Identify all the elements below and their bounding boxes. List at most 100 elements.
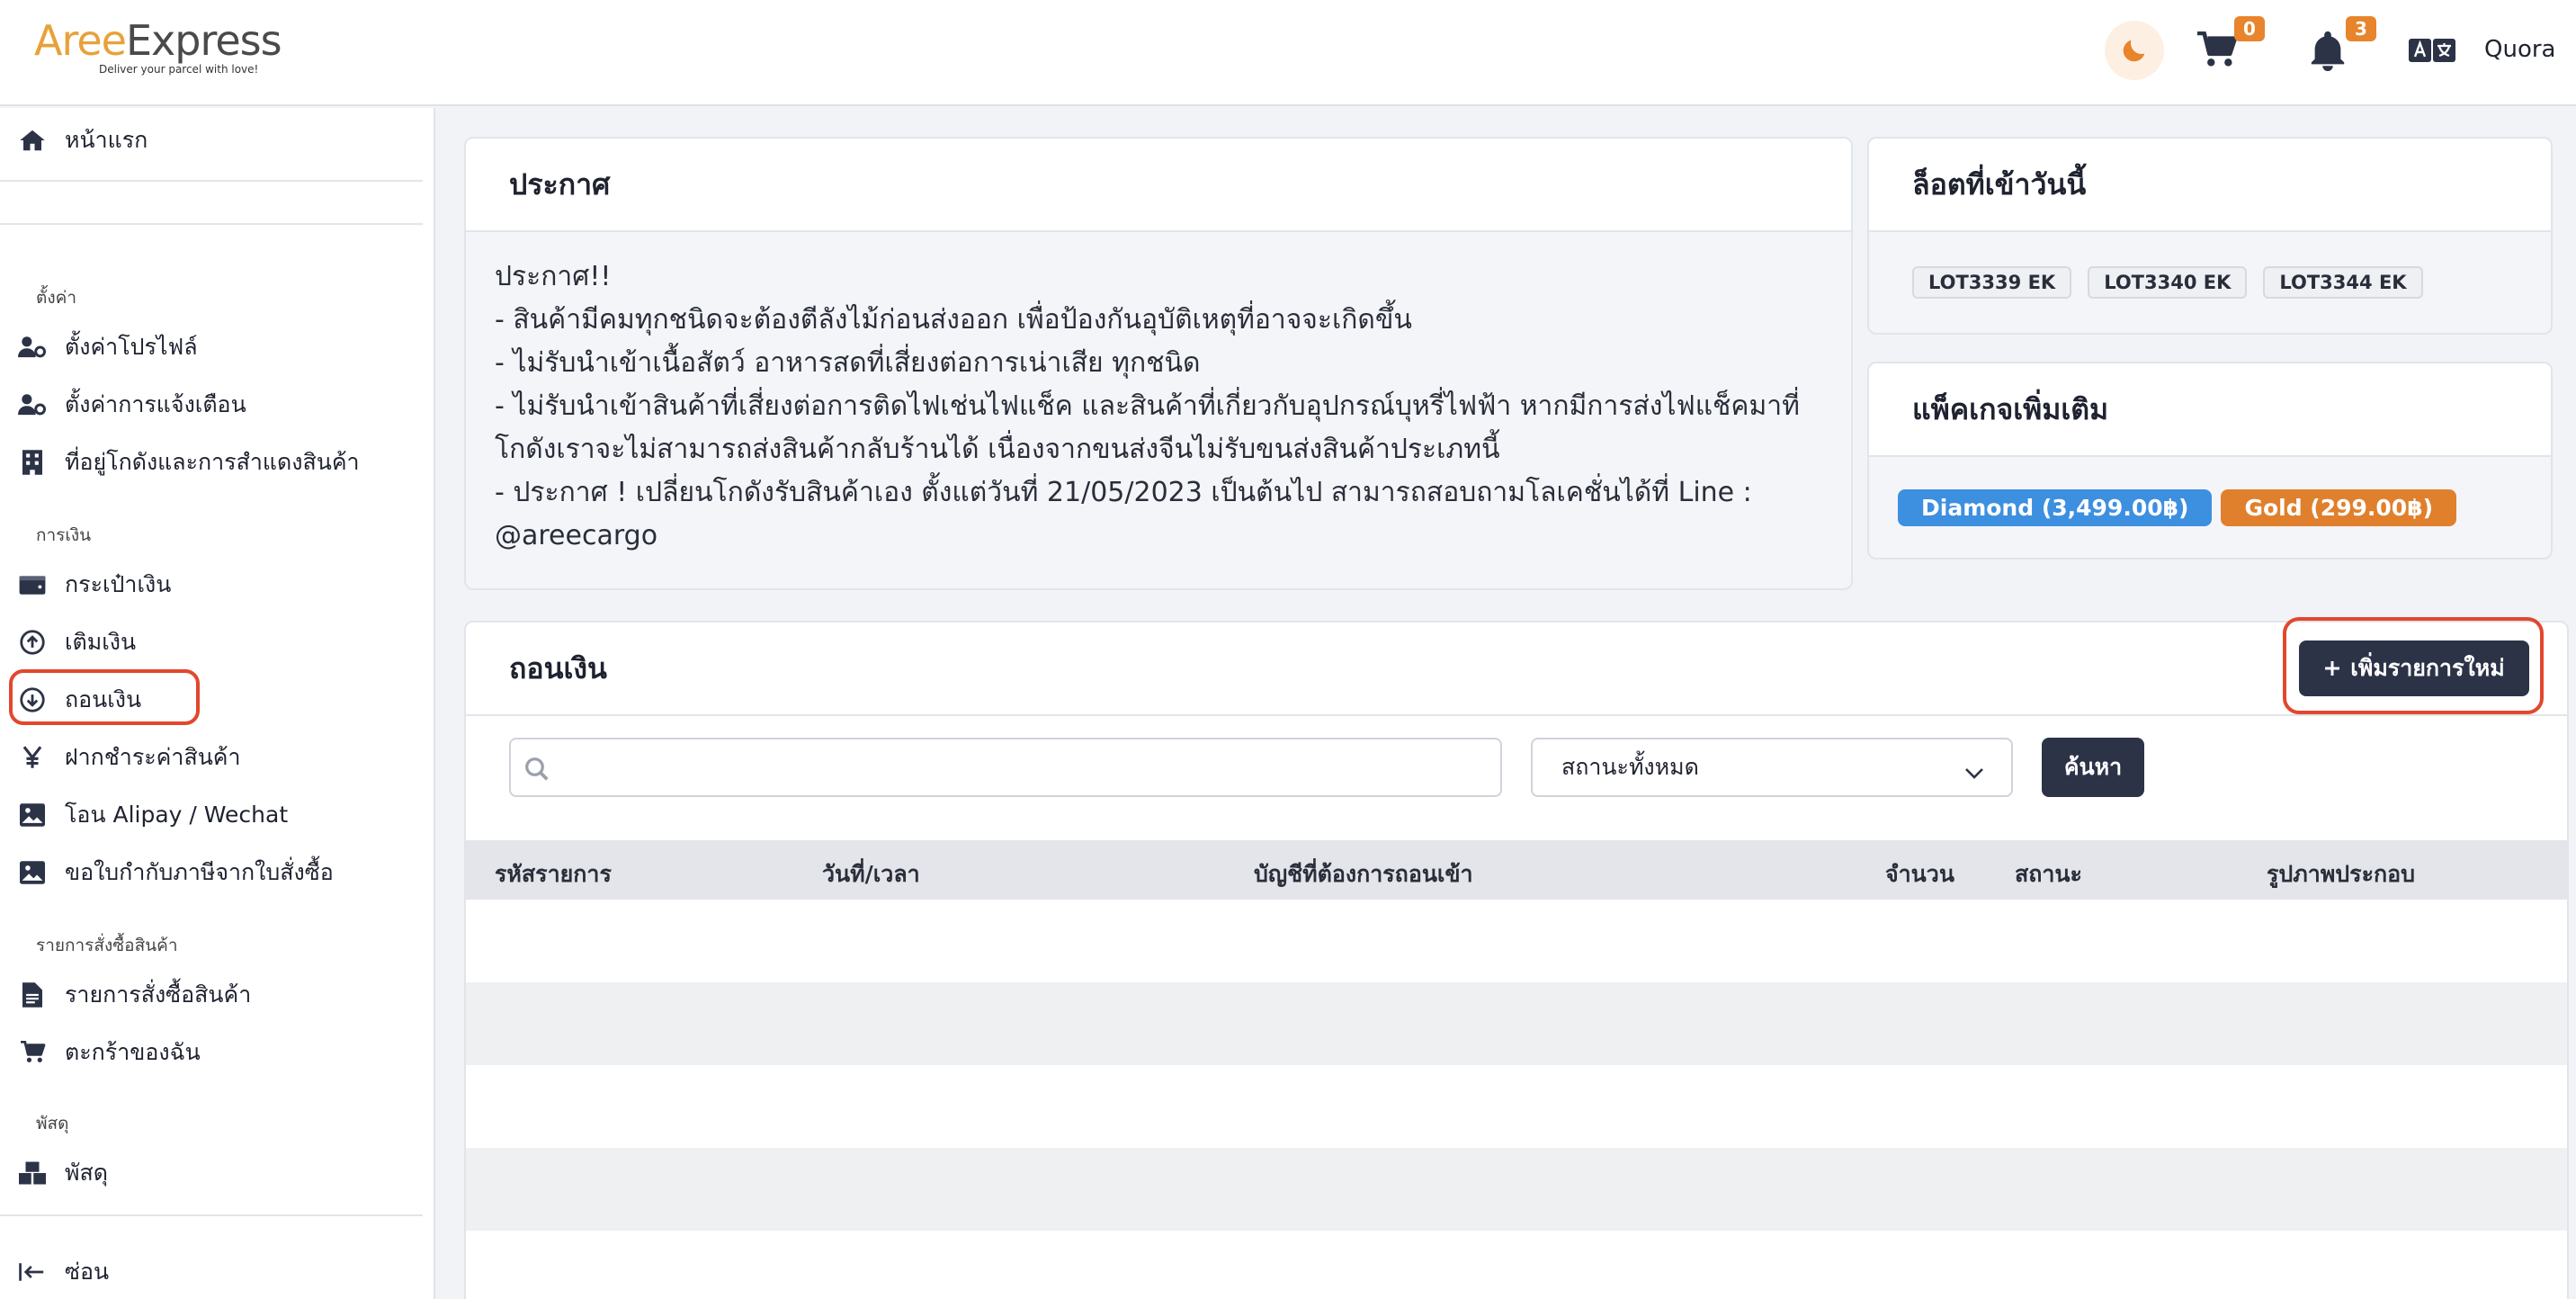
sidebar-item-label: หน้าแรก <box>65 127 148 153</box>
sidebar-item-label: ตะกร้าของฉัน <box>65 1039 201 1065</box>
sidebar-item-label: โอน Alipay / Wechat <box>65 802 289 828</box>
lot-tag[interactable]: LOT3344 EK <box>2263 266 2423 299</box>
sidebar-item-address[interactable]: ที่อยู่โกดังและการสำแดงสินค้า <box>0 437 423 488</box>
package-diamond-badge[interactable]: Diamond (3,499.00฿) <box>1898 488 2213 526</box>
bell-icon <box>2311 31 2345 71</box>
status-select[interactable]: สถานะทั้งหมด <box>1531 738 2013 797</box>
sidebar-item-label: ตั้งค่าโปรไฟล์ <box>65 334 198 360</box>
packages-title: แพ็คเกจเพิ่มเติม <box>1869 363 2551 457</box>
packages-card: แพ็คเกจเพิ่มเติม Diamond (3,499.00฿) Gol… <box>1867 362 2553 560</box>
table-row <box>466 1148 2567 1231</box>
sidebar-item-home[interactable]: หน้าแรก <box>0 115 423 166</box>
sidebar-item-label: กระเป๋าเงิน <box>65 571 172 597</box>
building-icon <box>0 450 65 475</box>
theme-toggle-button[interactable] <box>2105 21 2164 80</box>
announcement-line: โกดังเราจะไม่สามารถส่งสินค้ากลับร้านได้ … <box>495 434 1500 465</box>
language-button[interactable] <box>2407 32 2457 68</box>
announcement-title: ประกาศ <box>466 139 1851 232</box>
cart-icon <box>0 1041 65 1064</box>
moon-icon <box>2123 40 2145 62</box>
search-field[interactable] <box>509 738 1502 797</box>
lot-tag[interactable]: LOT3340 EK <box>2088 266 2248 299</box>
cart-icon <box>2197 31 2237 67</box>
wallet-icon <box>0 574 65 596</box>
section-label-money: การเงิน <box>36 525 92 545</box>
sidebar-item-label: รายการสั่งซื้อสินค้า <box>65 981 252 1008</box>
lots-today-card: ล็อตที่เข้าวันนี้ LOT3339 EK LOT3340 EK … <box>1867 137 2553 335</box>
column-header-account[interactable]: บัญชีที่ต้องการถอนเข้า <box>1254 856 1473 892</box>
user-cog-icon <box>0 393 65 417</box>
packages-list: Diamond (3,499.00฿) Gold (299.00฿) <box>1869 457 2551 558</box>
yen-icon <box>0 746 65 769</box>
sidebar-item-cart[interactable]: ตะกร้าของฉัน <box>0 1027 423 1078</box>
column-header-id[interactable]: รหัสรายการ <box>495 856 612 892</box>
table-row <box>466 900 2567 982</box>
withdraw-title: ถอนเงิน <box>466 623 2567 716</box>
document-icon <box>0 982 65 1008</box>
package-gold-badge[interactable]: Gold (299.00฿) <box>2221 488 2457 526</box>
sidebar-item-notify[interactable]: ตั้งค่าการแจ้งเตือน <box>0 380 423 430</box>
notification-count-badge: 3 <box>2346 16 2376 41</box>
column-header-datetime[interactable]: วันที่/เวลา <box>822 856 920 892</box>
status-select-value: สถานะทั้งหมด <box>1561 754 1699 780</box>
home-icon <box>0 129 65 152</box>
sidebar-item-label: ขอใบกำกับภาษีจากใบสั่งซื้อ <box>65 859 334 885</box>
section-label-settings: ตั้งค่า <box>36 288 76 308</box>
logo-text: AreeExpress <box>34 16 282 65</box>
cart-count-badge: 0 <box>2234 16 2265 41</box>
sidebar-item-label: ซ่อน <box>65 1259 110 1285</box>
sidebar-item-pay[interactable]: ฝากชำระค่าสินค้า <box>0 732 423 783</box>
sidebar-item-tax[interactable]: ขอใบกำกับภาษีจากใบสั่งซื้อ <box>0 847 423 898</box>
sidebar-item-label: ฝากชำระค่าสินค้า <box>65 744 241 770</box>
sidebar-item-alipay[interactable]: โอน Alipay / Wechat <box>0 790 423 840</box>
collapse-left-icon <box>0 1262 65 1282</box>
chevron-down-icon <box>1964 759 1984 785</box>
announcement-line: - ไม่รับนำเข้าเนื้อสัตว์ อาหารสดที่เสี่ย… <box>495 347 1201 379</box>
arrow-up-circle-icon <box>0 630 65 655</box>
announcement-line: ประกาศ!! <box>495 261 612 292</box>
logo-tagline: Deliver your parcel with love! <box>99 63 259 76</box>
divider <box>0 1214 423 1216</box>
sidebar-item-profile[interactable]: ตั้งค่าโปรไฟล์ <box>0 322 423 372</box>
announcement-line: - ประกาศ ! เปลี่ยนโกดังรับสินค้าเอง ตั้ง… <box>495 477 1752 508</box>
user-cog-icon <box>0 336 65 359</box>
sidebar-item-label: เติมเงิน <box>65 629 137 655</box>
search-button[interactable]: ค้นหา <box>2042 738 2144 797</box>
image-transfer-icon <box>0 803 65 827</box>
divider <box>0 180 423 182</box>
sidebar-item-wallet[interactable]: กระเป๋าเงิน <box>0 560 423 610</box>
boxes-icon <box>0 1161 65 1185</box>
section-label-orders: รายการสั่งซื้อสินค้า <box>36 936 178 955</box>
announcement-body: ประกาศ!! - สินค้ามีคมทุกชนิดจะต้องตีลังไ… <box>466 232 1851 581</box>
highlight-ring-withdraw <box>9 669 200 725</box>
sidebar-item-parcel[interactable]: พัสดุ <box>0 1148 423 1198</box>
sidebar-item-label: ตั้งค่าการแจ้งเตือน <box>65 391 246 417</box>
lot-tag[interactable]: LOT3339 EK <box>1912 266 2072 299</box>
table-row <box>466 1065 2567 1148</box>
column-header-status[interactable]: สถานะ <box>2015 856 2082 892</box>
announcement-line: @areecargo <box>495 520 658 551</box>
section-label-parcel: พัสดุ <box>36 1114 69 1133</box>
sidebar-item-label: พัสดุ <box>65 1160 108 1186</box>
table-header: รหัสรายการ วันที่/เวลา บัญชีที่ต้องการถอ… <box>466 840 2567 900</box>
sidebar-item-order-list[interactable]: รายการสั่งซื้อสินค้า <box>0 970 423 1020</box>
divider <box>0 223 423 225</box>
search-icon <box>523 756 550 786</box>
sidebar-hide-button[interactable]: ซ่อน <box>0 1247 423 1297</box>
announcement-line: - ไม่รับนำเข้าสินค้าที่เสี่ยงต่อการติดไฟ… <box>495 390 1800 422</box>
announcement-line: - สินค้ามีคมทุกชนิดจะต้องตีลังไม้ก่อนส่ง… <box>495 304 1412 336</box>
translate-icon <box>2409 39 2455 62</box>
sidebar-item-topup[interactable]: เติมเงิน <box>0 617 423 667</box>
announcement-card: ประกาศ ประกาศ!! - สินค้ามีคมทุกชนิดจะต้อ… <box>464 137 1853 590</box>
sidebar-item-label: ที่อยู่โกดังและการสำแดงสินค้า <box>65 449 360 475</box>
brand-logo[interactable]: AreeExpress Deliver your parcel with lov… <box>34 16 322 79</box>
lots-list: LOT3339 EK LOT3340 EK LOT3344 EK <box>1869 232 2551 333</box>
search-input[interactable] <box>556 747 1482 788</box>
lots-today-title: ล็อตที่เข้าวันนี้ <box>1869 139 2551 232</box>
highlight-ring-add-button <box>2283 617 2544 714</box>
column-header-amount[interactable]: จำนวน <box>1885 856 1954 892</box>
column-header-image[interactable]: รูปภาพประกอบ <box>2267 856 2415 892</box>
top-bar: AreeExpress Deliver your parcel with lov… <box>0 0 2576 106</box>
table-row <box>466 1231 2567 1299</box>
user-name[interactable]: Quora <box>2484 36 2555 63</box>
